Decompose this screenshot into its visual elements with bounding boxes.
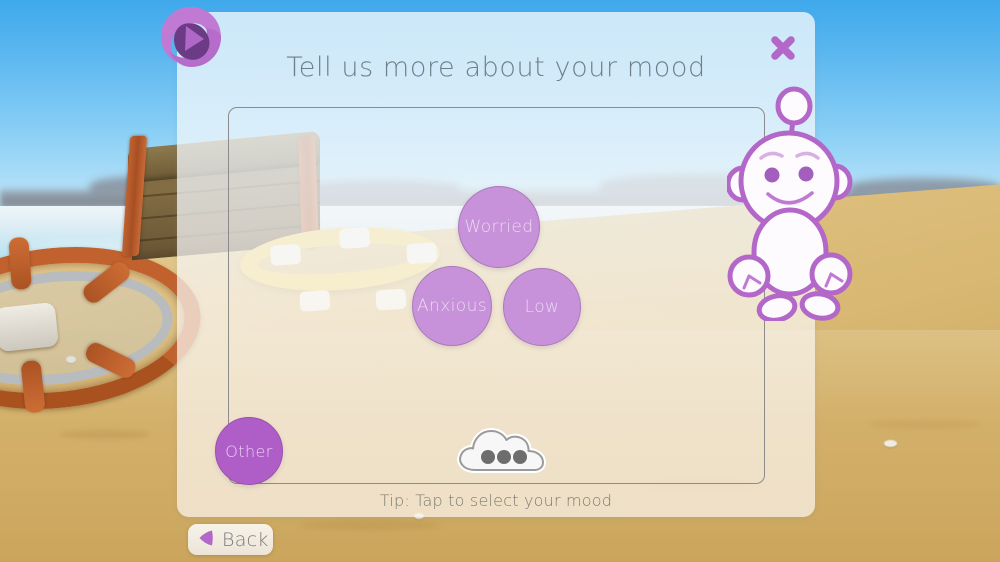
- shell: [884, 440, 897, 447]
- tip-label: Tip: Tap to select your mood: [379, 491, 613, 510]
- mood-bubble-anxious[interactable]: Anxious: [412, 266, 492, 346]
- close-icon[interactable]: [768, 33, 798, 63]
- back-button-label: Back: [222, 528, 269, 551]
- cloud-ellipsis-icon[interactable]: [455, 424, 547, 476]
- sand-texture: [870, 420, 980, 429]
- mood-bubble-label: Other: [225, 441, 273, 461]
- mood-bubble-worried[interactable]: Worried: [458, 186, 540, 268]
- mood-bubble-label: Worried: [464, 217, 534, 237]
- mood-bubble-other[interactable]: Other: [215, 417, 283, 485]
- back-button[interactable]: Back: [188, 524, 273, 555]
- triangle-left-icon: [195, 527, 217, 553]
- robot-mascot: [725, 76, 867, 323]
- mood-bubble-label: Anxious: [416, 296, 488, 316]
- sand-texture: [300, 520, 440, 530]
- page-title: Tell us more about your mood: [286, 52, 706, 83]
- mood-bubble-label: Low: [524, 297, 560, 317]
- sand-texture: [60, 430, 150, 439]
- mood-bubble-low[interactable]: Low: [503, 268, 581, 346]
- screen: Tell us more about your mood Tip: Tap to…: [0, 0, 1000, 562]
- app-logo-icon: [158, 4, 224, 70]
